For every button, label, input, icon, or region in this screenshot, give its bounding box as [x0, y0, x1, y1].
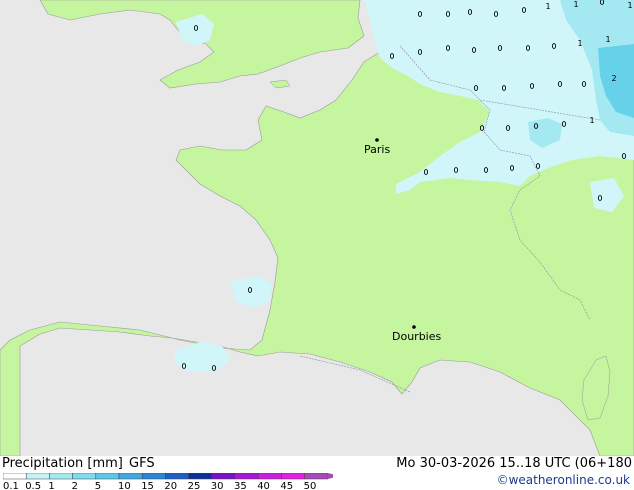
forecast-datetime: Mo 30-03-2026 15..18 UTC (06+180	[396, 456, 632, 471]
map-title: Precipitation [mm]	[2, 456, 123, 471]
legend-tick-label: 20	[164, 481, 177, 490]
precip-value: 1	[573, 0, 578, 9]
legend-tick-label: 0.5	[25, 481, 41, 490]
footer-bar: Precipitation [mm] GFS Mo 30-03-2026 15.…	[0, 456, 634, 490]
legend-swatch	[304, 473, 329, 480]
city-marker-dourbies	[412, 325, 416, 329]
legend-tick-label: 30	[211, 481, 224, 490]
legend-swatch	[3, 473, 27, 480]
legend-tick-label: 5	[95, 481, 101, 490]
legend-swatch	[165, 473, 189, 480]
legend-tick-label: 15	[141, 481, 154, 490]
legend-tick-label: 0.1	[3, 481, 19, 490]
legend-swatch	[72, 473, 97, 480]
precipitation-map: 1 1 1 1 2 1 1 Paris Dourbies	[0, 0, 634, 456]
legend-swatch	[25, 473, 50, 480]
legend-swatch	[118, 473, 143, 480]
legend-swatch	[281, 473, 305, 480]
credit-link[interactable]: ©weatheronline.co.uk	[497, 473, 630, 487]
precip-value: 1	[627, 1, 632, 10]
legend-scale: 0.1 0.5 1 2 5 10 15 20 25 30 35 40 45 50	[3, 473, 333, 490]
legend-arrow	[327, 473, 333, 479]
legend-swatch	[49, 473, 73, 480]
legend-tick-label: 50	[304, 481, 317, 490]
city-label-paris: Paris	[364, 143, 390, 156]
legend-swatch	[95, 473, 120, 480]
precip-value: 1	[589, 116, 594, 125]
city-label-dourbies: Dourbies	[392, 330, 442, 343]
model-name: GFS	[129, 456, 155, 471]
legend-swatch	[234, 473, 259, 480]
precip-value: 2	[611, 74, 616, 83]
legend-swatch	[211, 473, 236, 480]
legend-tick-label: 25	[188, 481, 201, 490]
precip-value: 1	[545, 2, 550, 11]
precip-value: 1	[577, 39, 582, 48]
legend-tick-label: 10	[118, 481, 131, 490]
precip-value: 1	[605, 35, 610, 44]
city-marker-paris	[375, 138, 379, 142]
legend-swatch	[141, 473, 166, 480]
legend-swatch	[188, 473, 213, 480]
legend-tick-label: 35	[234, 481, 247, 490]
legend-tick-label: 1	[48, 481, 54, 490]
legend-tick-label: 40	[257, 481, 270, 490]
legend-tick-label: 2	[72, 481, 78, 490]
legend-tick-label: 45	[280, 481, 293, 490]
legend-swatch	[257, 473, 282, 480]
